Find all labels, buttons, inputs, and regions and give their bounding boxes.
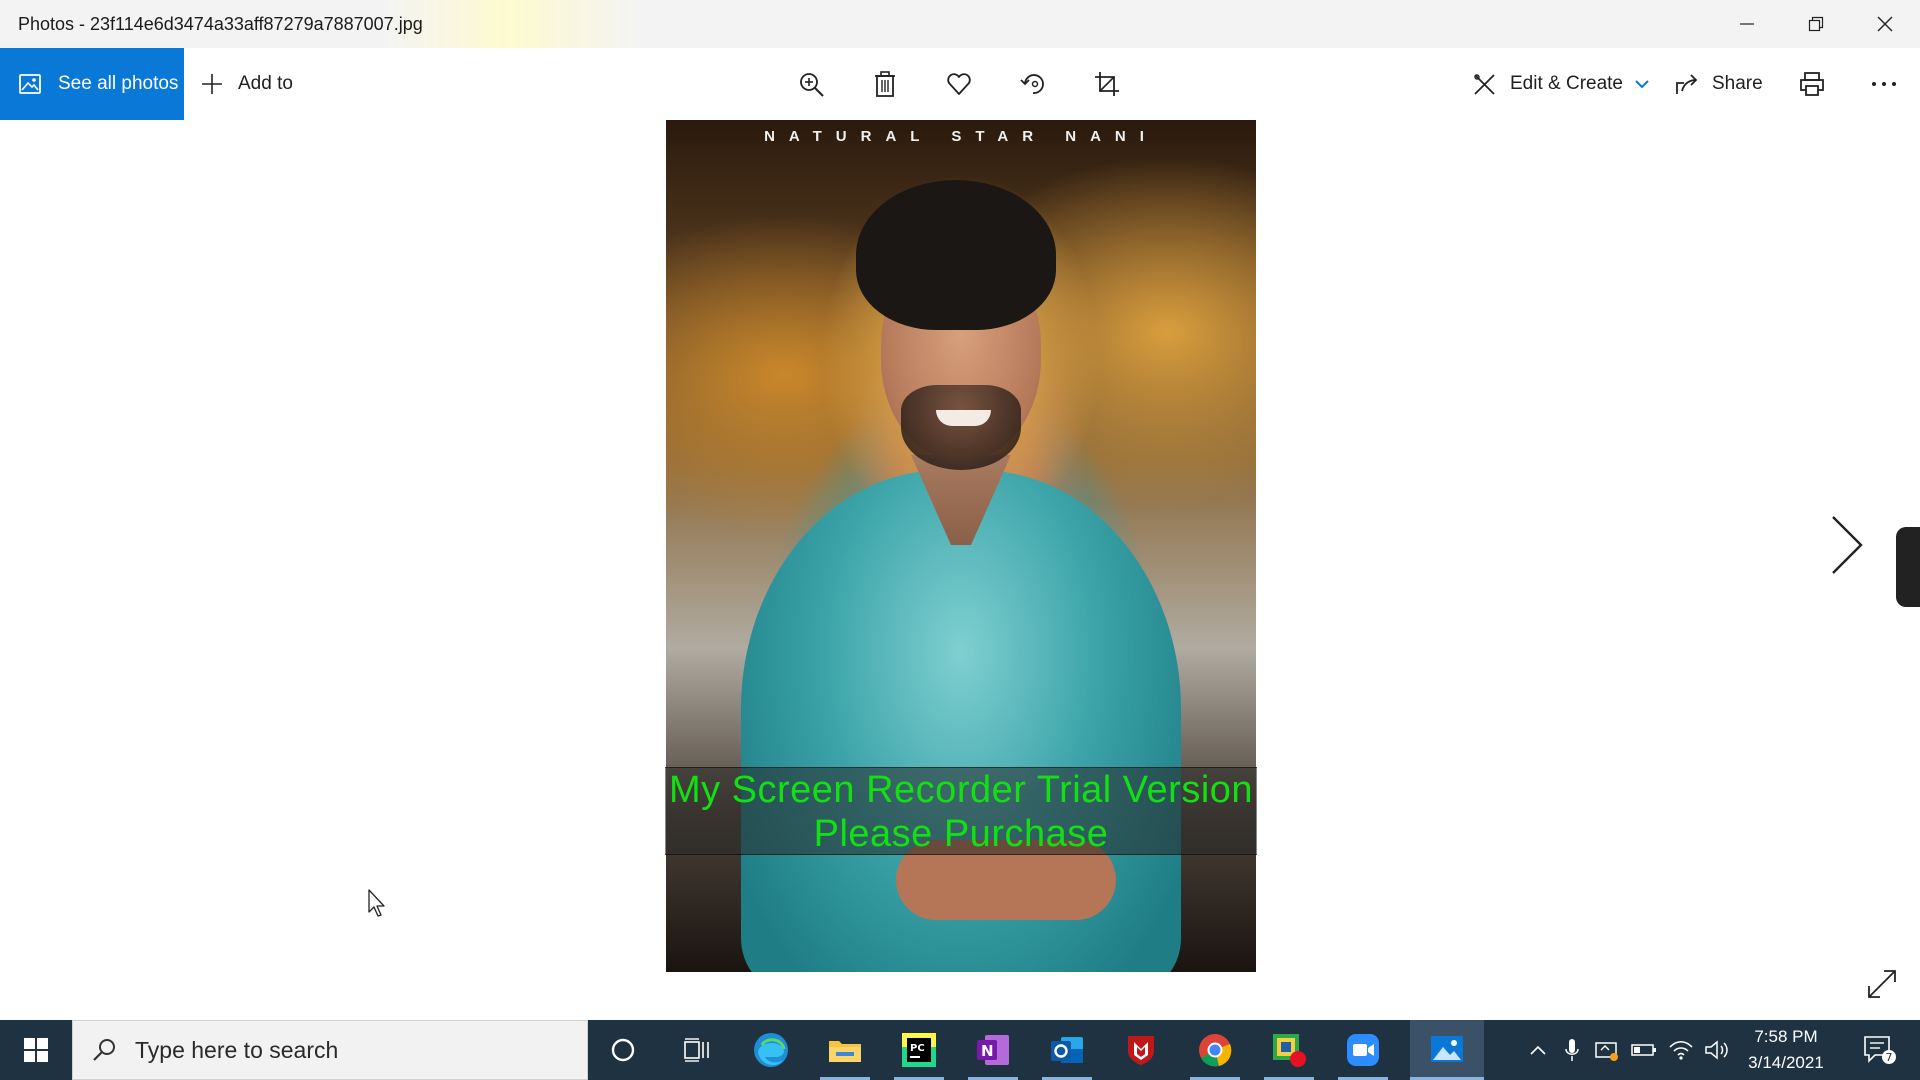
- wifi-icon: [1669, 1040, 1693, 1060]
- rotate-button[interactable]: [1011, 62, 1055, 106]
- see-all-photos-label: See all photos: [58, 73, 179, 94]
- taskbar: Type here to search PC N 7:58 PM 3/14/20…: [0, 1020, 1920, 1080]
- close-button[interactable]: [1850, 0, 1920, 48]
- pycharm-icon: PC: [902, 1033, 936, 1067]
- mouse-cursor: [367, 888, 389, 923]
- rotate-icon: [1020, 74, 1044, 94]
- photos-app-icon: [1431, 1035, 1463, 1062]
- expand-icon: [1868, 970, 1896, 998]
- mcafee-app[interactable]: [1104, 1020, 1178, 1080]
- wifi-tray-button[interactable]: [1664, 1020, 1698, 1080]
- title-bar: Photos - 23f114e6d3474a33aff87279a788700…: [0, 0, 1920, 48]
- microphone-tray-button[interactable]: [1555, 1020, 1589, 1080]
- security-tray-button[interactable]: [1590, 1020, 1624, 1080]
- more-options-button[interactable]: [1862, 62, 1906, 106]
- photos-app[interactable]: [1410, 1020, 1484, 1080]
- taskbar-search-box[interactable]: Type here to search: [72, 1020, 588, 1080]
- clock-time: 7:58 PM: [1754, 1027, 1818, 1046]
- chrome-app[interactable]: [1178, 1020, 1252, 1080]
- notification-icon: 7: [1864, 1036, 1896, 1064]
- next-photo-button[interactable]: [1825, 510, 1869, 580]
- cursor-icon: [368, 889, 385, 917]
- add-to-button[interactable]: Add to: [200, 48, 293, 120]
- search-placeholder: Type here to search: [135, 1036, 339, 1063]
- svg-text:PC: PC: [910, 1043, 925, 1054]
- photo-caption: NATURAL STAR NANI: [764, 128, 1158, 145]
- file-explorer-app[interactable]: [808, 1020, 882, 1080]
- close-icon: [1877, 16, 1893, 32]
- outlook-app[interactable]: [1030, 1020, 1104, 1080]
- edit-create-button[interactable]: Edit & Create: [1472, 48, 1649, 120]
- favorite-button[interactable]: [937, 62, 981, 106]
- fullscreen-button[interactable]: [1862, 964, 1902, 1004]
- print-button[interactable]: [1790, 62, 1834, 106]
- share-icon: [1676, 74, 1698, 94]
- zoom-app[interactable]: [1326, 1020, 1400, 1080]
- minimize-icon: [1740, 23, 1754, 25]
- notification-count: 7: [1886, 1051, 1893, 1064]
- window-title: Photos - 23f114e6d3474a33aff87279a788700…: [18, 14, 423, 34]
- see-all-photos-button[interactable]: See all photos: [0, 48, 184, 120]
- edit-icon: [1474, 74, 1495, 95]
- side-panel-handle[interactable]: [1896, 527, 1920, 607]
- windows-icon: [24, 1038, 48, 1062]
- taskbar-clock[interactable]: 7:58 PM 3/14/2021: [1736, 1020, 1836, 1080]
- svg-text:N: N: [981, 1042, 994, 1060]
- zoom-button[interactable]: [789, 62, 833, 106]
- watermark-line-2: Please Purchase: [813, 813, 1109, 855]
- task-view-button[interactable]: [660, 1020, 734, 1080]
- pycharm-app[interactable]: PC: [882, 1020, 956, 1080]
- edit-create-label: Edit & Create: [1510, 73, 1623, 94]
- folder-icon: [829, 1041, 861, 1062]
- command-bar: See all photos Add to Edit & Create Shar…: [0, 48, 1920, 120]
- battery-icon: [1631, 1044, 1656, 1056]
- restore-icon: [1808, 16, 1824, 32]
- crop-button[interactable]: [1085, 62, 1129, 106]
- add-to-label: Add to: [238, 73, 293, 94]
- restore-button[interactable]: [1781, 0, 1851, 48]
- chevron-right-icon: [1832, 516, 1863, 574]
- volume-icon: [1705, 1040, 1728, 1060]
- heart-icon: [947, 73, 971, 95]
- edge-icon: [754, 1033, 788, 1067]
- action-center-button[interactable]: 7: [1850, 1020, 1910, 1080]
- print-icon: [1800, 72, 1824, 96]
- task-view-icon: [684, 1038, 709, 1062]
- screen-recorder-icon: [1273, 1034, 1306, 1067]
- clock-date: 3/14/2021: [1748, 1053, 1824, 1072]
- onenote-app[interactable]: N: [956, 1020, 1030, 1080]
- zoom-icon: [800, 73, 824, 97]
- chevron-down-icon: [1635, 80, 1649, 89]
- plus-icon: [202, 74, 222, 94]
- cortana-icon: [611, 1038, 635, 1062]
- start-button[interactable]: [0, 1020, 72, 1080]
- more-icon: [1872, 82, 1896, 86]
- minimize-button[interactable]: [1712, 0, 1782, 48]
- microphone-icon: [1565, 1039, 1579, 1061]
- edge-app[interactable]: [734, 1020, 808, 1080]
- security-icon: [1595, 1042, 1618, 1061]
- screen-recorder-app[interactable]: [1252, 1020, 1326, 1080]
- chrome-icon: [1199, 1034, 1232, 1067]
- onenote-icon: N: [977, 1035, 1009, 1065]
- photos-icon: [19, 74, 41, 94]
- share-button[interactable]: Share: [1674, 48, 1763, 120]
- crop-icon: [1095, 72, 1119, 96]
- mcafee-shield-icon: [1128, 1036, 1154, 1065]
- battery-tray-button[interactable]: [1627, 1020, 1661, 1080]
- show-hidden-icons-button[interactable]: [1521, 1020, 1555, 1080]
- delete-icon: [875, 71, 895, 97]
- outlook-icon: [1051, 1037, 1083, 1063]
- chevron-up-icon: [1530, 1045, 1546, 1055]
- watermark-line-1: My Screen Recorder Trial Version: [668, 769, 1254, 811]
- delete-button[interactable]: [863, 62, 907, 106]
- search-icon: [93, 1039, 115, 1061]
- recorder-watermark: My Screen Recorder Trial Version Please …: [665, 767, 1257, 855]
- cortana-button[interactable]: [586, 1020, 660, 1080]
- volume-tray-button[interactable]: [1700, 1020, 1734, 1080]
- share-label: Share: [1712, 73, 1763, 94]
- zoom-video-icon: [1347, 1034, 1379, 1066]
